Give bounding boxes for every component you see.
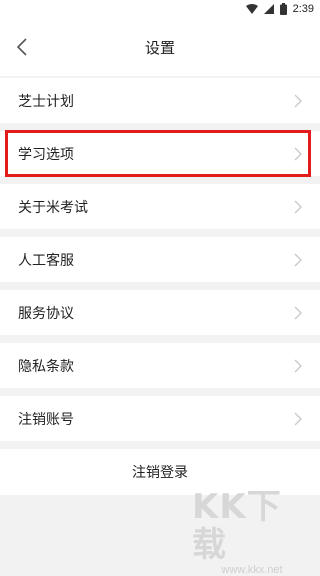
chevron-right-icon [293,411,303,427]
menu-item-label: 隐私条款 [18,356,74,376]
menu-item-service-agreement[interactable]: 服务协议 [0,290,320,335]
wifi-icon [246,4,258,14]
menu-item-about[interactable]: 关于米考试 [0,184,320,229]
menu-item-label: 学习选项 [18,144,74,164]
battery-icon [280,3,287,15]
page-title: 设置 [145,37,175,58]
menu-item-label: 服务协议 [18,303,74,323]
chevron-right-icon [293,252,303,268]
menu-item-study-options[interactable]: 学习选项 [0,131,320,176]
menu-item-label: 关于米考试 [18,197,88,217]
menu-item-privacy-terms[interactable]: 隐私条款 [0,343,320,388]
chevron-right-icon [293,199,303,215]
menu-item-zhishi-plan[interactable]: 芝士计划 [0,78,320,123]
watermark-url: www.kkx.net [221,564,282,576]
chevron-right-icon [293,93,303,109]
logout-label: 注销登录 [132,462,188,482]
app-header: 设置 [0,18,320,76]
menu-item-customer-service[interactable]: 人工客服 [0,237,320,282]
chevron-right-icon [293,358,303,374]
back-button[interactable] [10,35,34,59]
menu-item-label: 人工客服 [18,250,74,270]
watermark: KK下载 www.kkx.net [192,500,312,564]
clock-time: 2:39 [293,3,314,15]
menu-item-label: 注销账号 [18,409,74,429]
status-bar: 2:39 [0,0,320,18]
chevron-right-icon [293,146,303,162]
chevron-right-icon [293,305,303,321]
watermark-logo: KK下载 [192,488,312,564]
chevron-left-icon [16,38,28,56]
menu-item-label: 芝士计划 [18,91,74,111]
signal-icon [264,4,274,14]
menu-item-delete-account[interactable]: 注销账号 [0,396,320,441]
